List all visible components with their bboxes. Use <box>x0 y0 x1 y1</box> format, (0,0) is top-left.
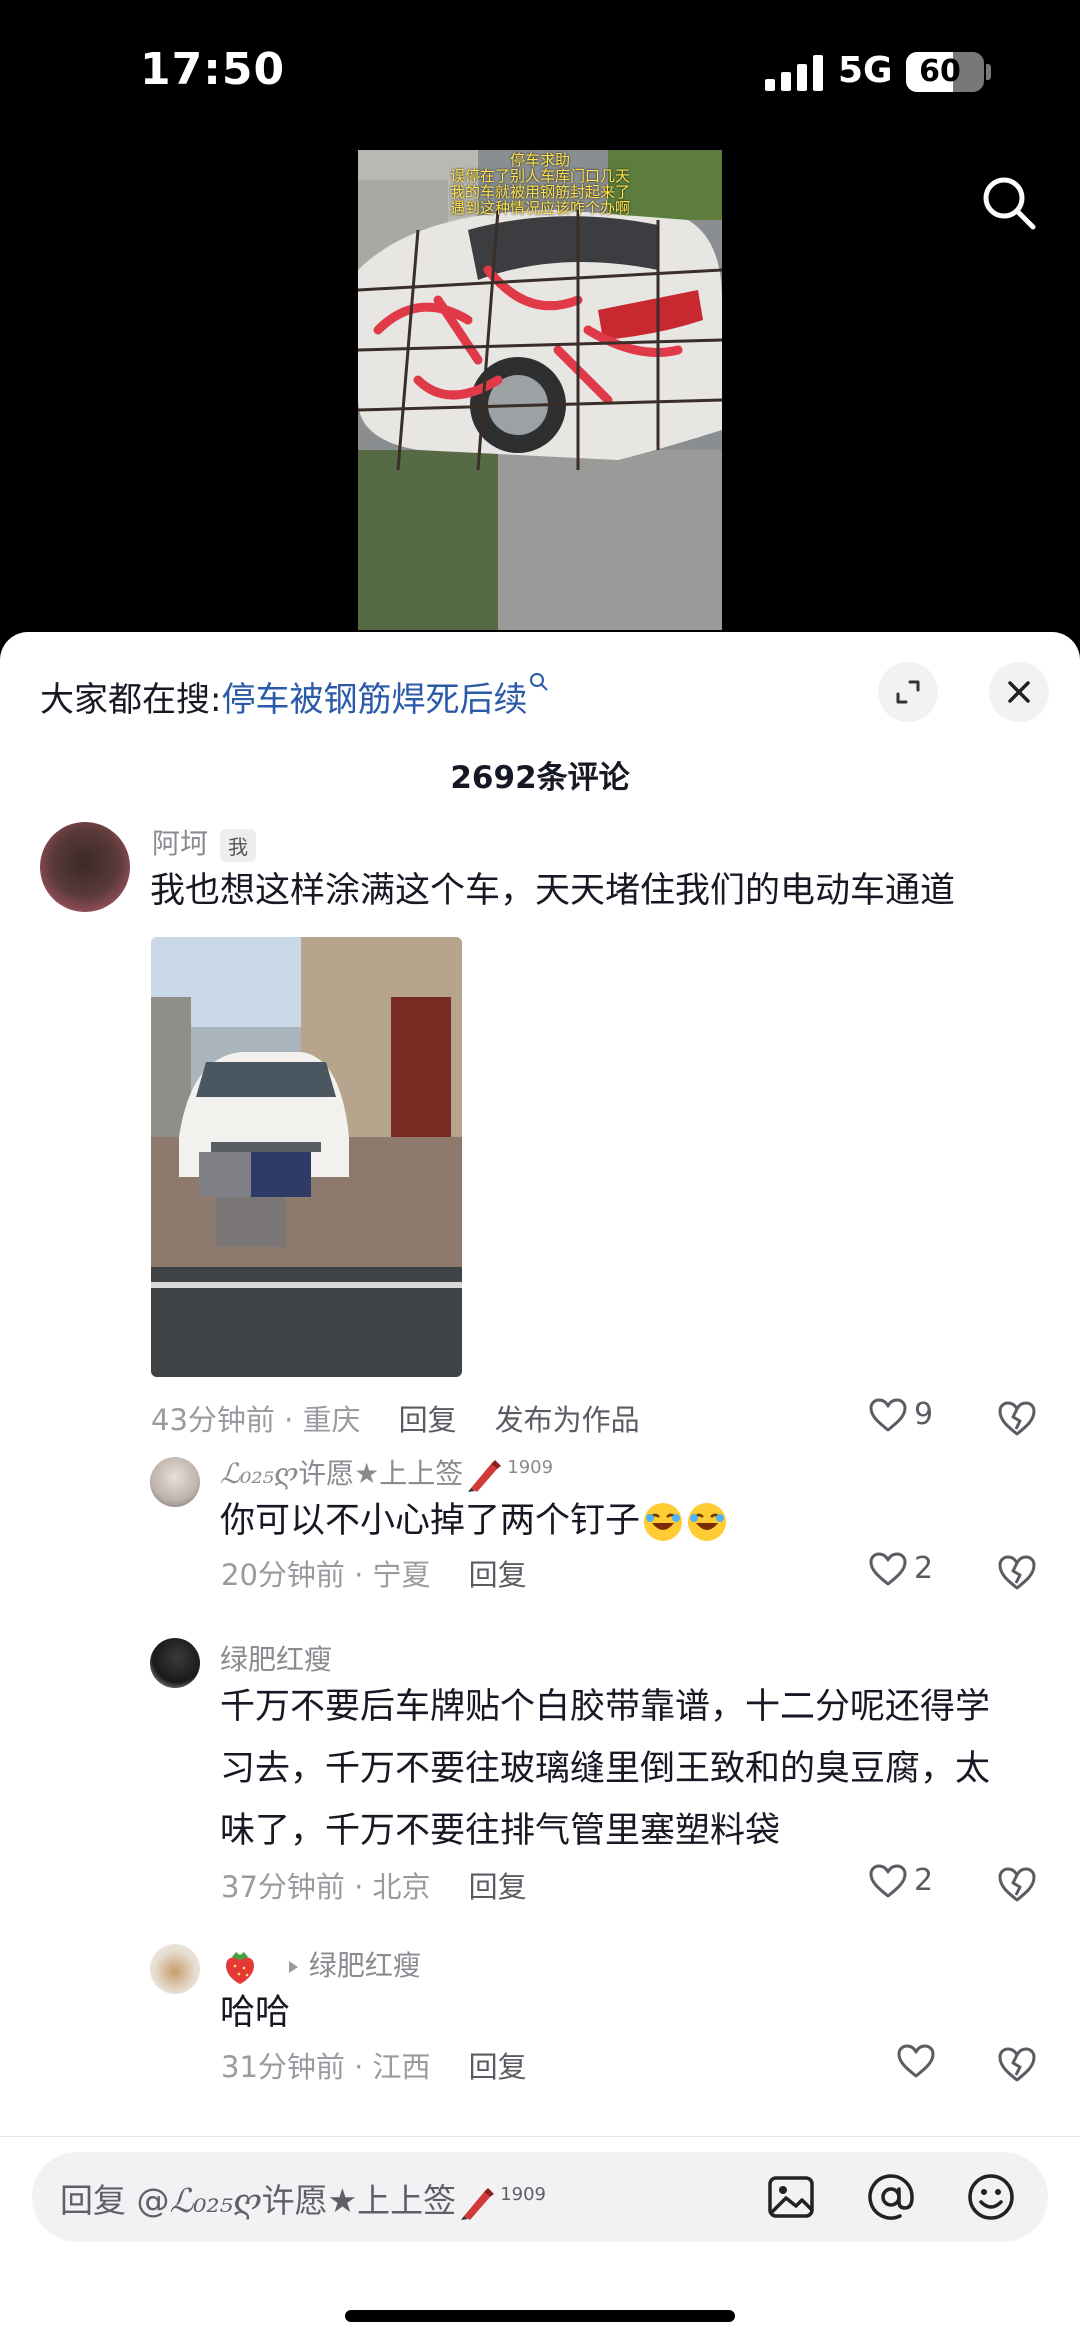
emoji-icon[interactable] <box>966 2172 1016 2222</box>
broken-heart-icon <box>998 1555 1036 1590</box>
search-icon[interactable] <box>978 172 1040 234</box>
comment-text: 千万不要后车牌贴个白胶带靠谱，十二分呢还得学 习去，千万不要往玻璃缝里倒王致和的… <box>220 1687 991 1851</box>
reply-item: 绿肥红瘦 哈哈 31分钟前 · 江西 回复 <box>0 1944 1080 2084</box>
input-divider <box>0 2136 1080 2137</box>
laughing-emoji-icon <box>688 1503 727 1541</box>
dislike-button[interactable] <box>996 1553 1038 1591</box>
video-thumbnail[interactable]: 停车求助 误停在了别人车库门口几天 我的车就被用钢筋封起来了 遇到这种情况应该咋… <box>358 150 722 630</box>
reply-placeholder[interactable]: 回复 @ℒ₀₂₅ღ许愿★上上签 1909 <box>60 2174 546 2222</box>
trending-search[interactable]: 大家都在搜:停车被钢筋焊死后续 <box>40 672 549 721</box>
like-count: 9 <box>914 1397 934 1432</box>
crayon-icon <box>461 2187 495 2220</box>
heart-icon <box>869 1864 907 1897</box>
heart-icon <box>897 2044 935 2077</box>
car-photo <box>151 937 462 1377</box>
reply-button[interactable]: 回复 <box>469 2050 527 2084</box>
comment-meta: 37分钟前 · 北京 回复 <box>221 1864 527 1906</box>
avatar[interactable] <box>150 1457 200 1507</box>
strawberry-icon <box>226 1952 254 1984</box>
comment-time-location: 20分钟前 · 宁夏 <box>221 1558 431 1592</box>
status-time: 17:50 <box>140 44 286 95</box>
reply-arrow-icon <box>288 1961 298 1973</box>
reply-input[interactable]: 回复 @ℒ₀₂₅ღ许愿★上上签 1909 <box>32 2152 1048 2242</box>
like-count: 2 <box>914 1551 934 1586</box>
comment-meta: 43分钟前 · 重庆 回复 发布为作品 <box>151 1397 640 1439</box>
heart-icon <box>869 1552 907 1585</box>
like-button[interactable] <box>896 2042 942 2079</box>
network-type: 5G <box>838 50 893 91</box>
reply-button[interactable]: 回复 <box>469 1870 527 1904</box>
avatar[interactable] <box>150 1944 200 1994</box>
trending-keyword[interactable]: 停车被钢筋焊死后续 <box>221 680 527 720</box>
battery-icon: 60 <box>906 52 984 92</box>
mention-icon[interactable] <box>866 2172 916 2222</box>
comment-item: 阿坷我 我也想这样涂满这个车，天天堵住我们的电动车通道 43分钟前 · 重庆 回… <box>0 822 1080 1437</box>
expand-icon <box>896 680 920 704</box>
home-indicator <box>345 2310 735 2322</box>
close-icon <box>1008 681 1030 703</box>
battery-level: 60 <box>919 54 961 89</box>
magnifier-icon <box>530 673 549 691</box>
close-button[interactable] <box>989 662 1049 722</box>
image-icon[interactable] <box>766 2172 816 2222</box>
dislike-button[interactable] <box>996 2045 1038 2083</box>
broken-heart-icon <box>998 1867 1036 1902</box>
signal-icon <box>765 55 825 91</box>
like-button[interactable]: 9 <box>868 1396 933 1433</box>
expand-button[interactable] <box>878 662 938 722</box>
comment-username[interactable]: 绿肥红瘦 <box>220 1638 332 1678</box>
avatar[interactable] <box>150 1638 200 1688</box>
battery-tip <box>986 64 991 80</box>
car-illustration <box>358 150 722 630</box>
reply-item: ℒ₀₂₅ღ许愿★上上签 1909 你可以不小心掉了两个钉子 20分钟前 · 宁夏 回… <box>0 1452 1080 1592</box>
laughing-emoji-icon <box>644 1503 683 1541</box>
like-count: 2 <box>914 1863 934 1898</box>
heart-icon <box>869 1398 907 1431</box>
comment-meta: 20分钟前 · 宁夏 回复 <box>221 1552 527 1594</box>
comment-text: 你可以不小心掉了两个钉子 <box>220 1490 728 1552</box>
like-button[interactable]: 2 <box>868 1862 933 1899</box>
dislike-button[interactable] <box>996 1865 1038 1903</box>
reply-button[interactable]: 回复 <box>399 1403 457 1437</box>
comment-count-title: 2692条评论 <box>450 760 630 796</box>
publish-as-work-button[interactable]: 发布为作品 <box>495 1403 640 1437</box>
reply-button[interactable]: 回复 <box>469 1558 527 1592</box>
self-badge: 我 <box>220 828 257 862</box>
comment-time-location: 31分钟前 · 江西 <box>221 2050 431 2084</box>
broken-heart-icon <box>998 1401 1036 1436</box>
comment-text: 哈哈 <box>220 1993 291 2033</box>
comment-sheet: 大家都在搜:停车被钢筋焊死后续 2692条评论 阿坷我 我也想这样涂满这个车，天… <box>0 632 1080 2341</box>
dislike-button[interactable] <box>996 1399 1038 1437</box>
comment-username[interactable]: 绿肥红瘦 <box>222 1944 421 1986</box>
avatar[interactable] <box>40 822 130 912</box>
comment-username[interactable]: ℒ₀₂₅ღ许愿★上上签 1909 <box>220 1452 553 1492</box>
like-button[interactable]: 2 <box>868 1550 933 1587</box>
trending-label: 大家都在搜: <box>40 680 222 720</box>
comment-image[interactable] <box>151 937 462 1377</box>
broken-heart-icon <box>998 2047 1036 2082</box>
comment-text: 我也想这样涂满这个车，天天堵住我们的电动车通道 <box>150 871 956 911</box>
comment-time-location: 43分钟前 · 重庆 <box>151 1403 361 1437</box>
video-player[interactable]: 停车求助 误停在了别人车库门口几天 我的车就被用钢筋封起来了 遇到这种情况应该咋… <box>0 150 1080 650</box>
comment-time-location: 37分钟前 · 北京 <box>221 1870 431 1904</box>
comment-username[interactable]: 阿坷我 <box>152 822 257 862</box>
reply-item: 绿肥红瘦 千万不要后车牌贴个白胶带靠谱，十二分呢还得学 习去，千万不要往玻璃缝里… <box>0 1638 1080 1904</box>
comment-meta: 31分钟前 · 江西 回复 <box>221 2044 527 2086</box>
video-caption: 停车求助 误停在了别人车库门口几天 我的车就被用钢筋封起来了 遇到这种情况应该咋… <box>449 151 630 217</box>
status-bar: 17:50 5G 60 <box>0 0 1080 150</box>
crayon-icon <box>468 1460 502 1492</box>
